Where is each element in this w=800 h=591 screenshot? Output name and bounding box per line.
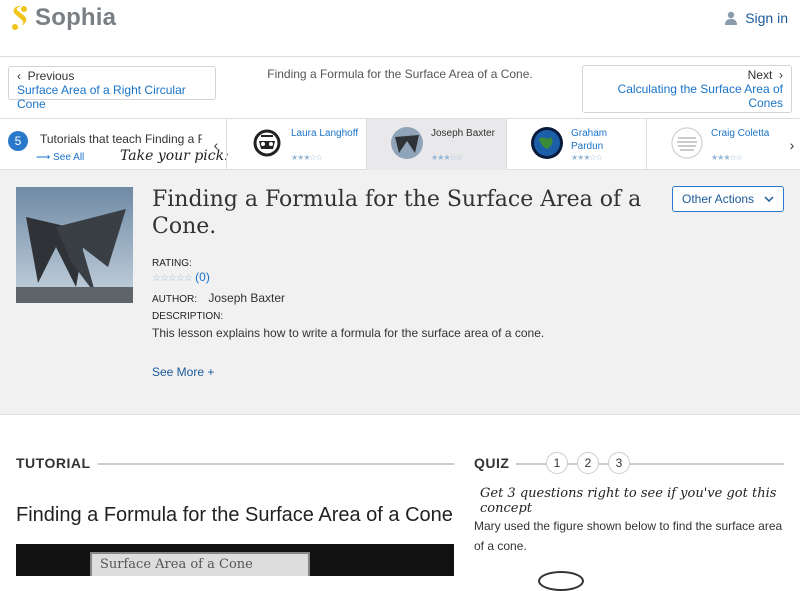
tutorial-card-joseph[interactable]: Joseph Baxter ★★★☆☆ (366, 119, 506, 171)
lesson-navigation: ‹ Previous Surface Area of a Right Circu… (0, 56, 800, 118)
rating[interactable]: ☆☆☆☆☆ (0) (152, 270, 210, 284)
avatar (671, 127, 703, 159)
lesson-title: Finding a Formula for the Surface Area o… (152, 187, 642, 239)
quiz-step-3[interactable]: 3 (608, 452, 630, 474)
description-text: This lesson explains how to write a form… (152, 326, 545, 340)
previous-label: Previous (27, 69, 75, 83)
sophia-logo[interactable]: Sophia (10, 4, 116, 32)
rating-stars-icon: ★★★☆☆ (711, 153, 743, 162)
next-label: Next (747, 68, 773, 82)
divider (98, 463, 454, 465)
arrow-right-icon: ⟶ (36, 152, 54, 163)
top-bar: Sophia Sign in (0, 0, 800, 36)
see-all-link[interactable]: ⟶ See All (36, 152, 84, 163)
next-lesson-button[interactable]: Next › Calculating the Surface Area of C… (582, 65, 792, 113)
quiz-step-1[interactable]: 1 (546, 452, 568, 474)
video-caption: Surface Area of a Cone (100, 557, 253, 572)
tutorial-count-badge: 5 (8, 131, 28, 151)
other-actions-button[interactable]: Other Actions (672, 186, 784, 212)
avatar (251, 127, 283, 159)
tutorial-card-graham[interactable]: Graham Pardun ★★★☆☆ (506, 119, 646, 171)
author-name: Joseph Baxter (208, 291, 286, 305)
video-player[interactable]: Surface Area of a Cone (16, 544, 454, 576)
rating-count: (0) (195, 270, 210, 284)
user-icon (725, 11, 738, 25)
chevron-down-icon (764, 196, 774, 202)
description-label: DESCRIPTION: (152, 311, 224, 322)
quiz-question: Mary used the figure shown below to find… (474, 519, 783, 553)
tutorial-author: Laura Langhoff (291, 128, 359, 139)
chevron-right-icon: › (772, 68, 783, 82)
previous-lesson-button[interactable]: ‹ Previous Surface Area of a Right Circu… (8, 66, 216, 111)
avatar (531, 127, 563, 159)
rating-stars-icon: ★★★☆☆ (431, 153, 463, 162)
tutorials-heading: Tutorials that teach Finding a F (40, 132, 202, 146)
current-lesson-title: Finding a Formula for the Surface Area o… (267, 67, 533, 81)
see-all-label: See All (53, 152, 85, 163)
carousel-prev-arrow-icon[interactable]: ‹ (208, 133, 224, 157)
tutorial-heading: TUTORIAL (16, 455, 91, 471)
cone-figure (538, 571, 584, 591)
tutorial-author: Joseph Baxter (431, 128, 495, 139)
quiz-heading: QUIZ (474, 455, 510, 471)
chevron-left-icon: ‹ (17, 69, 28, 83)
tutorial-title: Finding a Formula for the Surface Area o… (16, 504, 453, 526)
rating-stars-icon: ★★★☆☆ (571, 153, 603, 162)
lesson-header: Finding a Formula for the Surface Area o… (0, 170, 800, 415)
tutorial-card-laura[interactable]: Laura Langhoff ★★★☆☆ (226, 119, 366, 171)
video-frame: Surface Area of a Cone (90, 552, 310, 576)
rating-stars-icon: ★★★☆☆ (291, 153, 323, 162)
tutorial-card-craig[interactable]: Craig Coletta ★★★☆☆ (646, 119, 786, 171)
rating-stars-icon: ☆☆☆☆☆ (152, 273, 193, 284)
carousel-next-arrow-icon[interactable]: › (784, 133, 800, 157)
tutorial-author: Graham Pardun (571, 128, 608, 152)
signin-label: Sign in (745, 10, 788, 26)
rating-label: RATING: (152, 258, 192, 269)
sophia-logo-icon (12, 6, 27, 30)
tutorial-author: Craig Coletta (711, 128, 770, 139)
lesson-thumbnail (16, 187, 133, 303)
brand-name: Sophia (35, 4, 117, 31)
quiz-tagline: Get 3 questions right to see if you've g… (480, 486, 777, 516)
author: AUTHOR: Joseph Baxter (152, 291, 285, 305)
other-actions-label: Other Actions (682, 192, 755, 206)
signin-link[interactable]: Sign in (725, 10, 788, 26)
tutorials-carousel: 5 Tutorials that teach Finding a F ⟶ See… (0, 118, 800, 171)
avatar (391, 127, 423, 159)
author-label: AUTHOR: (152, 294, 197, 305)
see-more-link[interactable]: See More + (152, 365, 214, 379)
next-lesson-link[interactable]: Calculating the Surface Area of Cones (618, 82, 783, 110)
previous-lesson-link[interactable]: Surface Area of a Right Circular Cone (17, 83, 186, 111)
quiz-step-2[interactable]: 2 (577, 452, 599, 474)
